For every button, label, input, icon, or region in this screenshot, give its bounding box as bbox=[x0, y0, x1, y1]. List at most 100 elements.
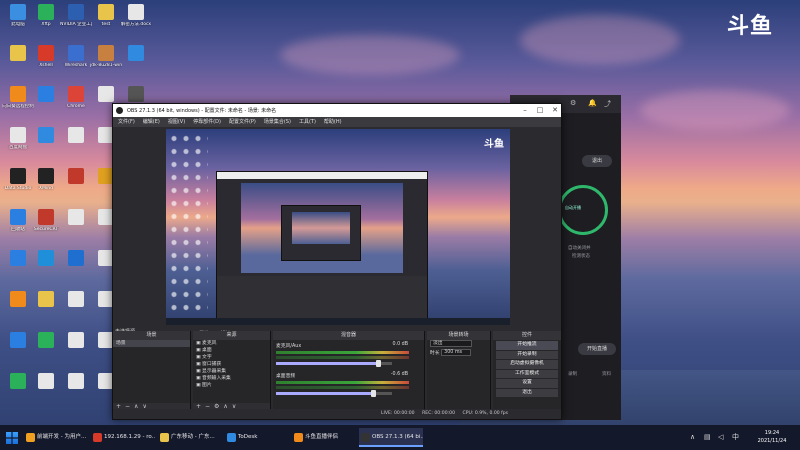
audio-meter bbox=[276, 351, 410, 354]
taskbar-item[interactable]: OBS 27.1.3 (64 bi... bbox=[359, 428, 423, 447]
menu-item[interactable]: 帮助(H) bbox=[324, 117, 342, 127]
control-button[interactable]: 启动虚拟摄像机 bbox=[496, 360, 558, 369]
taskbar-item-label: 斗鱼直播伴侣 bbox=[305, 434, 339, 440]
desktop-app-icon bbox=[10, 250, 26, 266]
desktop-icon[interactable]: test bbox=[90, 4, 122, 38]
desktop-app-icon bbox=[10, 209, 26, 225]
ime-icon[interactable]: 中 bbox=[732, 425, 739, 450]
settings-icon[interactable]: ⚙ bbox=[570, 99, 576, 107]
tray-chevron-icon[interactable]: ∧ bbox=[690, 425, 695, 450]
taskbar-item[interactable]: 斗鱼直播伴侣 bbox=[292, 428, 356, 447]
desktop-icon-label bbox=[30, 391, 62, 401]
desktop-icon-label: Xftp bbox=[41, 22, 51, 27]
taskbar-item[interactable]: 192.168.1.29 - ro... bbox=[91, 428, 155, 447]
obs-window[interactable]: OBS 27.1.3 (64 bit, windows) - 配置文件: 未命名… bbox=[112, 103, 562, 420]
volume-slider[interactable] bbox=[276, 390, 392, 397]
duration-input[interactable]: 300 ms bbox=[441, 349, 472, 356]
desktop-icon-label bbox=[120, 63, 152, 73]
close-icon[interactable]: ✕ bbox=[548, 105, 562, 116]
minimize-icon[interactable]: – bbox=[518, 105, 532, 116]
desktop-icon[interactable] bbox=[30, 250, 62, 284]
desktop-icon-label bbox=[60, 227, 92, 237]
volume-knob[interactable] bbox=[376, 360, 382, 367]
source-item[interactable]: ▣ 窗口捕获 bbox=[193, 361, 270, 368]
desktop-icon[interactable]: Wireshark bbox=[60, 45, 92, 79]
control-button[interactable]: 开始录制 bbox=[496, 350, 558, 359]
menu-item[interactable]: 工具(T) bbox=[299, 117, 316, 127]
menu-item[interactable]: 视图(V) bbox=[168, 117, 185, 127]
mixer-track-db: -0.6 dB bbox=[390, 372, 408, 377]
obs-preview[interactable]: 斗鱼 bbox=[166, 129, 510, 325]
duration-label: 时长 bbox=[430, 351, 440, 356]
desktop-icon[interactable]: NVIDIA 企业工具 bbox=[60, 4, 92, 38]
desktop-icon[interactable] bbox=[30, 332, 62, 366]
desktop-icon[interactable] bbox=[30, 86, 62, 120]
source-item[interactable]: ▣ 桌面 bbox=[193, 347, 270, 354]
control-button[interactable]: 退出 bbox=[496, 388, 558, 397]
obs-app-icon bbox=[116, 107, 123, 114]
windows-taskbar: 前端开发 - 为用户... 192.168.1.29 - ro... 广东移动 - … bbox=[0, 425, 800, 450]
desktop-icon[interactable] bbox=[60, 332, 92, 366]
menu-item[interactable]: 编辑(E) bbox=[143, 117, 160, 127]
volume-slider[interactable] bbox=[276, 360, 392, 367]
volume-knob[interactable] bbox=[371, 390, 377, 397]
taskbar-item[interactable]: 广东移动 - 广东... bbox=[158, 428, 222, 447]
desktop-icon[interactable]: Chrome bbox=[60, 86, 92, 120]
desktop-icon-label bbox=[60, 145, 92, 155]
clock-date: 2021/11/24 bbox=[757, 438, 787, 444]
controls-dock-title: 控件 bbox=[493, 331, 561, 340]
desktop-app-icon bbox=[68, 291, 84, 307]
desktop-app-icon bbox=[10, 168, 26, 184]
taskbar-app-icon bbox=[160, 433, 169, 442]
bell-icon[interactable]: 🔔 bbox=[588, 99, 597, 107]
taskbar-item[interactable]: ToDesk bbox=[225, 428, 289, 447]
desktop-icon[interactable] bbox=[60, 250, 92, 284]
companion-start-live-button[interactable]: 开始直播 bbox=[578, 343, 616, 355]
nested-obs-deeper bbox=[281, 205, 361, 261]
desktop-icon[interactable] bbox=[120, 45, 152, 79]
maximize-icon[interactable]: □ bbox=[533, 105, 547, 116]
desktop-icon[interactable] bbox=[60, 168, 92, 202]
source-item[interactable]: ▣ 图片 bbox=[193, 382, 270, 389]
desktop-icon[interactable] bbox=[30, 291, 62, 325]
desktop-icon-label bbox=[60, 309, 92, 319]
desktop-icon[interactable] bbox=[30, 127, 62, 161]
menu-item[interactable]: 场景集合(S) bbox=[264, 117, 291, 127]
transition-type-select[interactable]: 淡出 bbox=[430, 340, 472, 347]
source-item[interactable]: ▣ 显示器采集 bbox=[193, 368, 270, 375]
source-item[interactable]: ▣ 音频输入采集 bbox=[193, 375, 270, 382]
menu-item[interactable]: 配置文件(P) bbox=[229, 117, 256, 127]
desktop-icon[interactable]: XMind bbox=[30, 168, 62, 202]
taskbar-item[interactable]: 前端开发 - 为用户... bbox=[24, 428, 88, 447]
volume-icon[interactable]: ◁ bbox=[718, 425, 723, 450]
control-button[interactable]: 设置 bbox=[496, 379, 558, 388]
menu-item[interactable]: 停靠部件(D) bbox=[193, 117, 221, 127]
desktop-icon[interactable]: SecureCRT bbox=[30, 209, 62, 243]
auto-live-label: 自动开播 bbox=[565, 205, 581, 210]
companion-quit-button[interactable]: 退出 bbox=[582, 155, 612, 167]
desktop-icon[interactable] bbox=[60, 127, 92, 161]
scene-item[interactable]: 场景 bbox=[113, 340, 190, 347]
desktop-icon[interactable]: jdk-8u281-windows bbox=[90, 45, 122, 79]
desktop-icon[interactable] bbox=[30, 373, 62, 407]
desktop-icon[interactable] bbox=[60, 209, 92, 243]
network-icon[interactable]: ▤ bbox=[704, 425, 711, 450]
desktop-icon[interactable] bbox=[60, 291, 92, 325]
menu-item[interactable]: 文件(F) bbox=[118, 117, 135, 127]
control-button[interactable]: 开始推流 bbox=[496, 341, 558, 350]
desktop-app-icon bbox=[128, 45, 144, 61]
desktop-icon-label: test bbox=[101, 22, 111, 27]
desktop-icon[interactable]: Xshell bbox=[30, 45, 62, 79]
desktop-icon[interactable] bbox=[60, 373, 92, 407]
desktop-icon[interactable]: 解密方法.docx bbox=[120, 4, 152, 38]
desktop-app-icon bbox=[10, 332, 26, 348]
desktop-icon[interactable]: Xftp bbox=[30, 4, 62, 38]
taskbar-clock[interactable]: 19:24 2021/11/24 bbox=[750, 429, 794, 445]
source-item[interactable]: ▣ 文字 bbox=[193, 354, 270, 361]
mixer-track-db: 0.0 dB bbox=[392, 342, 409, 347]
windows-start-icon[interactable] bbox=[6, 432, 18, 444]
control-button[interactable]: 工作室模式 bbox=[496, 369, 558, 378]
source-item[interactable]: ▣ 麦克风 bbox=[193, 340, 270, 347]
share-icon[interactable]: ⤴ bbox=[604, 99, 611, 109]
obs-titlebar[interactable]: OBS 27.1.3 (64 bit, windows) - 配置文件: 未命名… bbox=[113, 104, 561, 117]
